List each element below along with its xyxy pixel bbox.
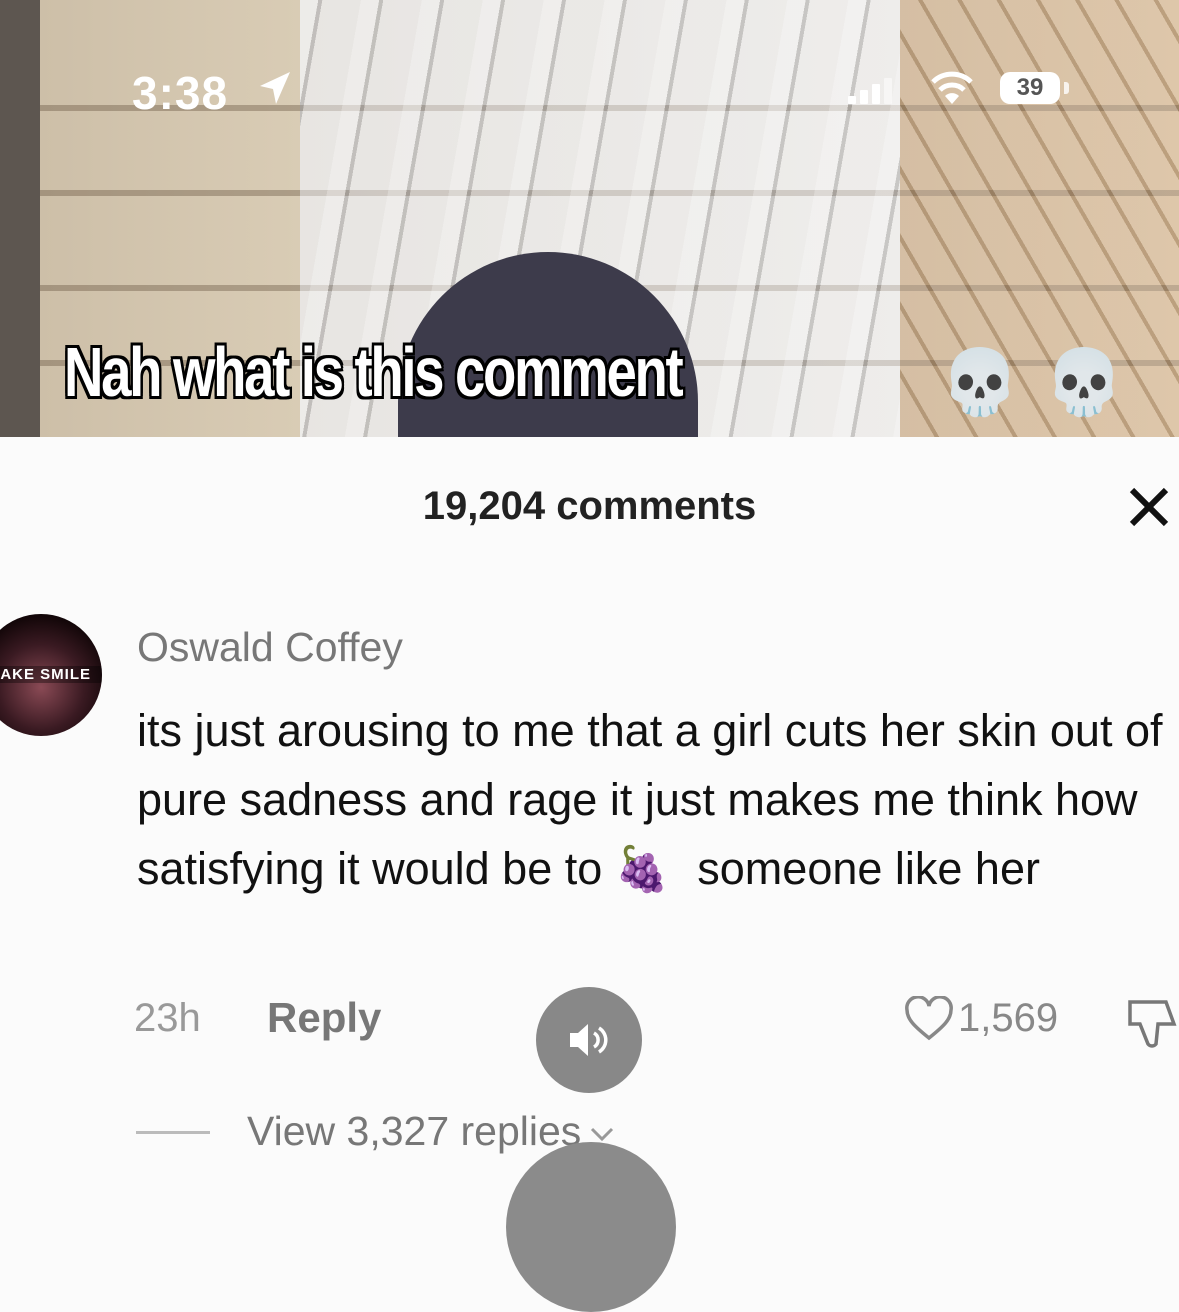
close-icon[interactable] [1124, 478, 1174, 534]
battery-indicator: 39 [1000, 72, 1060, 104]
speaker-icon [570, 1024, 608, 1056]
chevron-down-icon [591, 1128, 614, 1142]
comment-timestamp: 23h [134, 996, 201, 1040]
avatar-text: FAKE SMILE [0, 666, 102, 683]
comment-text: its just arousing to me that a girl cuts… [137, 696, 1177, 904]
heart-icon[interactable] [904, 996, 954, 1042]
status-time: 3:38 [132, 67, 229, 119]
comment-text-part: someone like her [697, 843, 1040, 894]
sound-button[interactable] [536, 987, 642, 1093]
battery-tip [1064, 82, 1069, 94]
video-caption: Nah what is this comment [64, 333, 684, 411]
avatar[interactable]: FAKE SMILE [0, 614, 102, 736]
floating-button[interactable] [506, 1142, 676, 1312]
comments-count: 19,204 comments [422, 484, 757, 528]
reply-button[interactable]: Reply [267, 994, 381, 1042]
wifi-icon [931, 71, 973, 104]
replies-divider [136, 1131, 210, 1134]
dislike-icon[interactable] [1126, 996, 1179, 1052]
skull-emoji: 💀 [1044, 346, 1124, 418]
like-count: 1,569 [958, 996, 1059, 1040]
location-arrow-icon [260, 72, 290, 104]
grapes-emoji: 🍇 [614, 845, 670, 894]
comment-username[interactable]: Oswald Coffey [137, 624, 403, 671]
skull-emoji: 💀 [940, 346, 1020, 418]
cellular-signal-icon [848, 78, 892, 104]
view-replies-label: View 3,327 replies [247, 1108, 582, 1154]
